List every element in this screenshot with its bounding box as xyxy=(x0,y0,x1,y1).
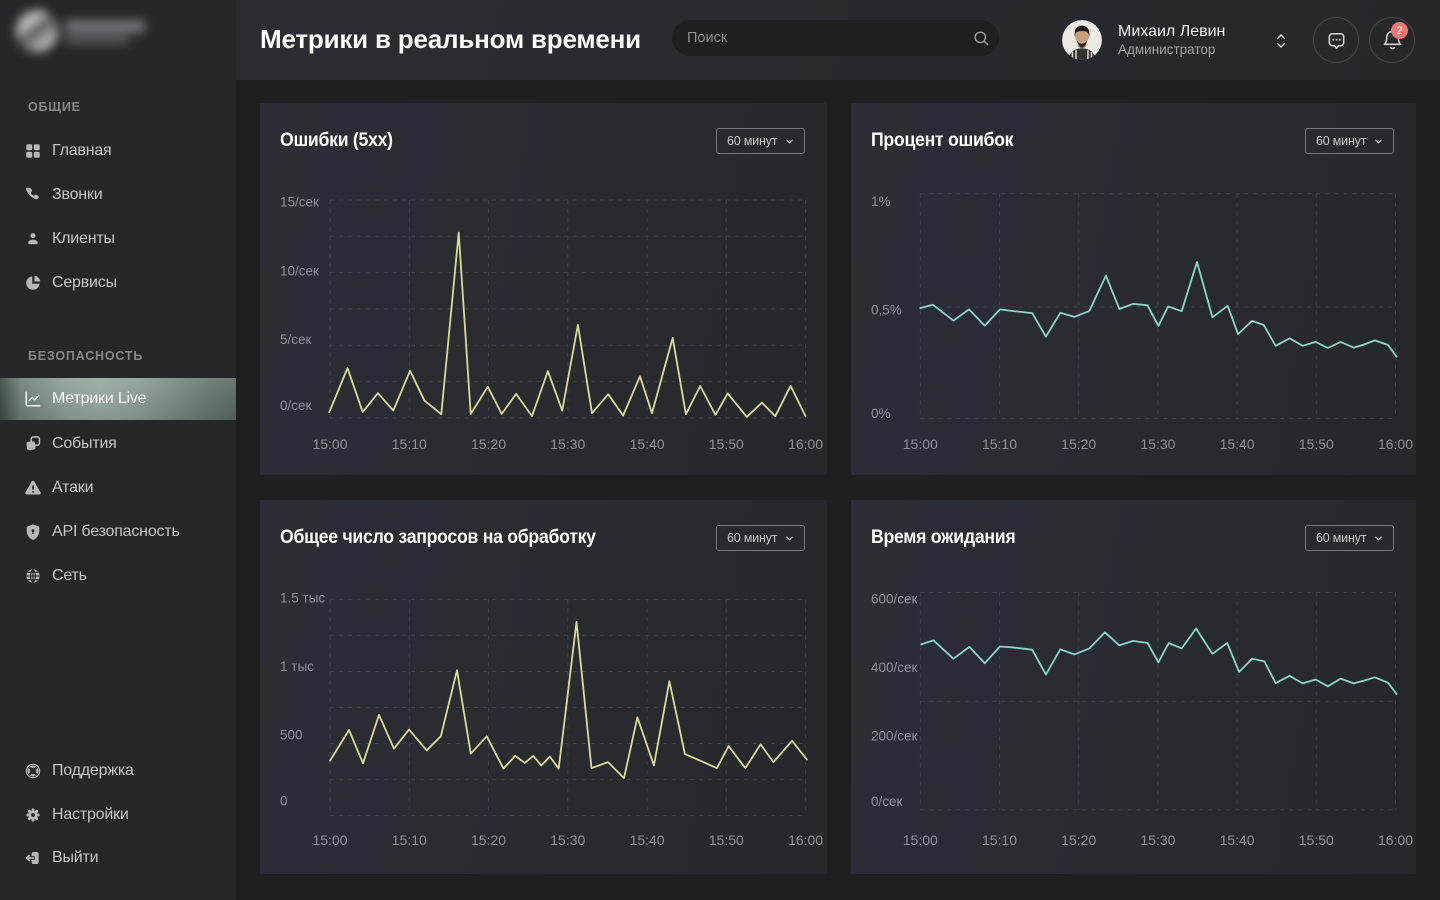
svg-text:16:00: 16:00 xyxy=(788,436,823,452)
svg-text:10/сек: 10/сек xyxy=(280,263,319,278)
svg-text:1.5 тыс: 1.5 тыс xyxy=(280,591,325,606)
svg-text:15:30: 15:30 xyxy=(550,436,585,452)
svg-text:5/сек: 5/сек xyxy=(280,332,312,347)
svg-text:16:00: 16:00 xyxy=(1378,832,1413,848)
svg-text:1 тыс: 1 тыс xyxy=(280,659,314,674)
svg-text:15:20: 15:20 xyxy=(1061,832,1096,848)
svg-text:15:00: 15:00 xyxy=(903,832,938,848)
svg-text:0/сек: 0/сек xyxy=(871,794,903,809)
svg-text:0/сек: 0/сек xyxy=(280,398,312,413)
svg-text:15:20: 15:20 xyxy=(471,436,506,452)
svg-text:16:00: 16:00 xyxy=(1378,436,1413,452)
svg-text:15:20: 15:20 xyxy=(471,832,506,848)
svg-text:16:00: 16:00 xyxy=(788,832,823,848)
svg-text:15:50: 15:50 xyxy=(709,436,744,452)
svg-text:15:20: 15:20 xyxy=(1061,436,1096,452)
svg-text:15:00: 15:00 xyxy=(312,832,347,848)
svg-text:500: 500 xyxy=(280,728,303,743)
svg-text:15:40: 15:40 xyxy=(630,436,665,452)
svg-text:15:30: 15:30 xyxy=(1140,832,1175,848)
svg-text:15:10: 15:10 xyxy=(982,436,1017,452)
svg-text:0%: 0% xyxy=(871,406,891,421)
svg-text:15:50: 15:50 xyxy=(709,832,744,848)
svg-text:0,5%: 0,5% xyxy=(871,302,902,317)
svg-text:15:00: 15:00 xyxy=(903,436,938,452)
svg-text:200/сек: 200/сек xyxy=(871,728,918,743)
svg-text:15:30: 15:30 xyxy=(1140,436,1175,452)
svg-text:15:10: 15:10 xyxy=(392,436,427,452)
svg-text:15:50: 15:50 xyxy=(1299,832,1334,848)
svg-text:15:40: 15:40 xyxy=(1220,832,1255,848)
svg-text:15:10: 15:10 xyxy=(982,832,1017,848)
svg-text:400/сек: 400/сек xyxy=(871,660,918,675)
svg-text:1%: 1% xyxy=(871,194,891,209)
svg-text:600/сек: 600/сек xyxy=(871,591,918,606)
svg-text:15:30: 15:30 xyxy=(550,832,585,848)
svg-text:15:10: 15:10 xyxy=(392,832,427,848)
svg-text:15:00: 15:00 xyxy=(312,436,347,452)
svg-text:15:40: 15:40 xyxy=(1220,436,1255,452)
svg-text:15:40: 15:40 xyxy=(630,832,665,848)
svg-text:15/сек: 15/сек xyxy=(280,195,319,210)
svg-text:15:50: 15:50 xyxy=(1299,436,1334,452)
svg-text:0: 0 xyxy=(280,793,288,808)
